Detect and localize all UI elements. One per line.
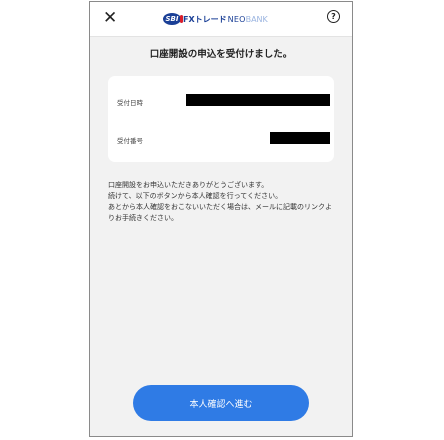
close-icon[interactable]: ✕: [103, 8, 117, 28]
receipt-row-datetime: 受付日時: [108, 94, 334, 110]
receipt-datetime-label: 受付日時: [117, 99, 143, 107]
brand-logo: SBI FXトレード NEO BANK: [163, 12, 268, 26]
phone-frame: ✕ SBI FXトレード NEO BANK ? 口座開設の申込を受付けました。 …: [89, 1, 353, 437]
message-line-later: あとから本人確認をおこないいただく場合は、メールに記載のリンクよりお手続きくださ…: [108, 203, 332, 222]
message-line-thanks: 口座開設をお申込いただきありがとうございます。: [108, 181, 269, 189]
sbi-logo-icon: SBI: [163, 13, 183, 25]
receipt-row-number: 受付番号: [108, 132, 334, 148]
logo-neo-text: NEO: [227, 14, 246, 24]
receipt-datetime-value-redacted: [186, 94, 330, 106]
help-icon[interactable]: ?: [327, 10, 340, 23]
page-title: 口座開設の申込を受付けました。: [149, 49, 293, 60]
message-line-continue: 続けて、以下のボタンから本人確認を行ってください。: [108, 192, 283, 200]
confirmation-message: 口座開設をお申込いただきありがとうございます。 続けて、以下のボタンから本人確認…: [108, 180, 334, 224]
receipt-card: 受付日時 受付番号: [108, 76, 334, 162]
proceed-identity-verification-button[interactable]: 本人確認へ進む: [133, 385, 309, 421]
receipt-number-label: 受付番号: [117, 137, 143, 145]
receipt-number-value-redacted: [270, 132, 330, 144]
logo-bank-text: BANK: [245, 14, 268, 24]
logo-fx-text: FXトレード: [183, 14, 227, 24]
app-header: ✕ SBI FXトレード NEO BANK ?: [90, 2, 352, 37]
